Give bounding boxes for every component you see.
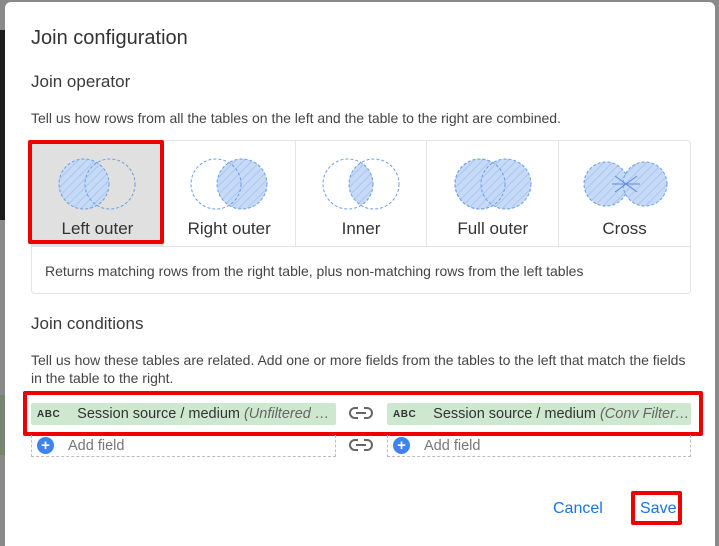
join-option-inner[interactable]: Inner	[296, 141, 428, 246]
add-left-field-button[interactable]: + Add field	[31, 435, 336, 457]
join-option-cross[interactable]: Cross	[559, 141, 690, 246]
text-type-icon: ABC	[37, 408, 61, 420]
save-button[interactable]: Save	[640, 500, 676, 518]
link-icon	[349, 439, 373, 451]
join-option-right-outer[interactable]: Right outer	[164, 141, 296, 246]
add-field-label: Add field	[424, 437, 481, 454]
link-icon	[349, 407, 373, 419]
dialog-title: Join configuration	[31, 27, 188, 49]
field-source: (Unfiltered GA...	[243, 406, 336, 422]
add-icon: +	[37, 437, 54, 454]
cancel-button[interactable]: Cancel	[553, 500, 603, 518]
venn-left-outer-icon	[58, 158, 136, 210]
join-conditions-heading: Join conditions	[31, 314, 144, 333]
join-option-full-outer[interactable]: Full outer	[427, 141, 560, 246]
add-field-label: Add field	[68, 437, 125, 454]
join-option-label: Cross	[602, 219, 647, 238]
join-configuration-dialog: Join configuration Join operator Tell us…	[5, 2, 715, 546]
venn-full-outer-icon	[454, 158, 532, 210]
add-right-field-button[interactable]: + Add field	[387, 435, 691, 457]
join-option-label: Left outer	[61, 219, 134, 238]
join-conditions-description: Tell us how these tables are related. Ad…	[31, 352, 686, 386]
venn-inner-icon	[322, 158, 400, 210]
venn-cross-icon	[583, 161, 668, 207]
add-icon: +	[393, 437, 410, 454]
text-type-icon: ABC	[393, 408, 417, 420]
join-operator-description: Tell us how rows from all the tables on …	[31, 110, 561, 126]
field-name: Session source / medium	[433, 406, 596, 422]
join-operator-heading: Join operator	[31, 72, 131, 91]
join-option-label: Full outer	[457, 219, 529, 238]
left-join-field[interactable]: ABC Session source / medium (Unfiltered …	[31, 403, 336, 425]
join-option-label: Right outer	[187, 219, 271, 238]
field-name: Session source / medium	[77, 406, 240, 422]
join-operator-explanation: Returns matching rows from the right tab…	[31, 246, 691, 294]
field-source: (Conv Filtered...	[599, 406, 691, 422]
join-option-label: Inner	[341, 219, 381, 238]
right-join-field[interactable]: ABC Session source / medium (Conv Filter…	[387, 403, 691, 425]
join-operator-selector: Left outer Right outer Inner Full outer …	[31, 140, 691, 246]
venn-right-outer-icon	[190, 158, 268, 210]
join-option-left-outer[interactable]: Left outer	[32, 141, 164, 246]
